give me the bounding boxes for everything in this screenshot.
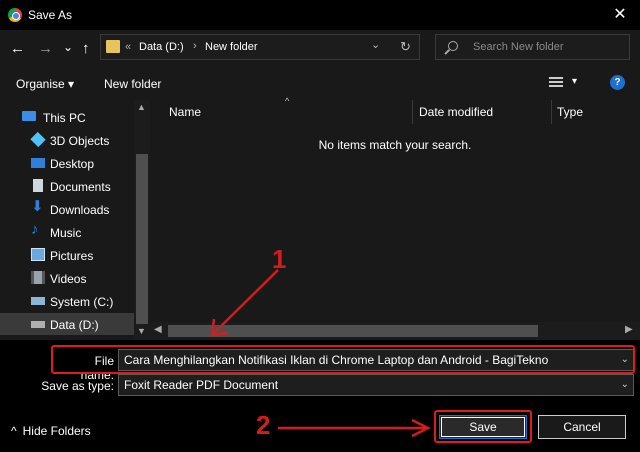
annotation-highlight-file-name [51,345,635,374]
back-button[interactable]: ← [10,40,25,58]
chrome-icon [8,8,22,22]
annotation-highlight-save [434,410,532,443]
file-list-horizontal-scrollbar[interactable]: ◀ ▶ [150,322,640,340]
breadcrumb-new-folder[interactable]: New folder [205,41,258,53]
pc-icon [22,111,36,121]
column-header-name[interactable]: Name [169,105,201,119]
sidebar-item-system-c[interactable]: System (C:) [0,290,134,312]
sidebar-item-label: Desktop [50,157,95,171]
file-list[interactable]: ^ Name Date modified Type No items match… [150,96,640,340]
column-divider[interactable] [551,100,552,124]
title-bar: Save As ✕ [0,0,640,30]
save-as-type-value: Foxit Reader PDF Document [124,378,279,392]
save-as-type-select[interactable]: Foxit Reader PDF Document ⌄ [118,374,634,396]
refresh-icon[interactable]: ↻ [400,39,411,55]
sidebar-item-label: Pictures [50,249,94,263]
scroll-down-icon[interactable]: ▼ [137,326,146,336]
breadcrumb-data-drive[interactable]: Data (D:) [139,41,184,53]
command-bar: Organise ▾ New folder ▾ ? [0,66,640,100]
sidebar-item-pictures[interactable]: Pictures [0,244,134,266]
sidebar-item-data-d[interactable]: Data (D:) [0,313,134,335]
cube-icon [30,131,46,148]
sidebar-item-desktop[interactable]: Desktop [0,152,134,174]
sidebar-item-label: Downloads [50,203,110,217]
drive-icon [31,321,45,328]
address-bar[interactable]: « Data (D:) › New folder ⌄ ↻ [100,34,420,60]
scrollbar-thumb[interactable] [136,154,148,324]
sidebar-item-label: Music [50,226,82,240]
sort-ascending-icon: ^ [285,96,290,106]
column-header-date-modified[interactable]: Date modified [419,105,493,119]
view-options-caret[interactable]: ▾ [572,76,577,87]
sidebar-item-downloads[interactable]: ⬇ Downloads [0,198,134,220]
chevron-down-icon[interactable]: ⌄ [621,379,629,390]
hide-folders-label: Hide Folders [22,424,91,438]
help-icon[interactable]: ? [610,75,625,90]
pictures-icon [31,248,45,261]
address-dropdown-icon[interactable]: ⌄ [371,38,380,51]
search-placeholder: Search New folder [473,41,564,53]
breadcrumb-overflow[interactable]: « [125,41,131,53]
column-header-type[interactable]: Type [557,105,583,119]
search-box[interactable]: Search New folder [435,34,630,60]
sidebar-item-3d-objects[interactable]: 3D Objects [0,129,134,151]
organise-menu[interactable]: Organise ▾ [16,77,74,91]
close-button[interactable]: ✕ [600,0,640,30]
scroll-left-icon[interactable]: ◀ [154,324,162,335]
videos-icon [31,271,45,284]
download-icon: ⬇ [31,198,44,215]
empty-message: No items match your search. [318,138,472,152]
sidebar-item-this-pc[interactable]: This PC [0,106,134,128]
annotation-number-1: 1 [272,244,287,274]
sidebar-scrollbar[interactable]: ▲ ▼ [134,100,150,340]
scrollbar-thumb[interactable] [168,325,538,337]
sidebar-item-documents[interactable]: Documents [0,175,134,197]
sidebar-item-music[interactable]: ♪ Music [0,221,134,243]
scroll-right-icon[interactable]: ▶ [625,324,633,335]
sidebar-item-label: System (C:) [50,295,114,309]
search-icon [448,41,458,51]
chevron-up-icon: ^ [11,424,17,438]
drive-icon [31,297,45,305]
recent-locations-button[interactable]: ⌄ [63,38,73,56]
new-folder-button[interactable]: New folder [104,77,161,91]
desktop-icon [31,158,45,168]
scroll-up-icon[interactable]: ▲ [137,102,146,112]
up-button[interactable]: ↑ [82,40,90,58]
view-options-icon[interactable] [549,77,563,88]
sidebar-item-label: Data (D:) [50,318,99,332]
sidebar-item-label: Videos [50,272,87,286]
cancel-button[interactable]: Cancel [538,415,626,439]
sidebar-item-label: 3D Objects [50,134,110,148]
navigation-pane: This PC 3D Objects Desktop Documents ⬇ D… [0,100,150,340]
sidebar-item-videos[interactable]: Videos [0,267,134,289]
column-divider[interactable] [412,100,413,124]
window-title: Save As [28,8,73,22]
music-icon: ♪ [31,221,39,238]
breadcrumb-chevron-icon[interactable]: › [193,40,197,52]
folder-icon [106,40,120,53]
sidebar-item-label: Documents [50,180,111,194]
save-as-type-label: Save as type: [41,379,114,393]
annotation-number-2: 2 [256,410,271,440]
hide-folders-button[interactable]: ^ Hide Folders [11,424,91,438]
document-icon [33,179,43,192]
sidebar-item-label: This PC [43,111,86,125]
forward-button[interactable]: → [38,40,53,58]
